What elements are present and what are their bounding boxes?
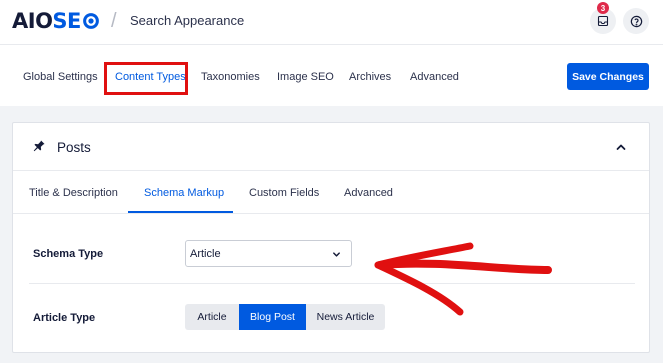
tab-custom-fields[interactable]: Custom Fields [249,187,319,199]
pin-icon [33,140,45,152]
help-button[interactable] [623,8,649,34]
active-tab-indicator [128,211,233,213]
logo-seo-text: SE [52,9,99,33]
breadcrumb-separator: / [111,10,117,32]
content-types-highlight [104,62,188,95]
schema-type-label: Schema Type [33,248,104,260]
nav-advanced[interactable]: Advanced [410,71,459,83]
main-navigation: Global Settings Content Types Taxonomies… [0,44,663,106]
article-type-option-article[interactable]: Article [185,304,239,330]
save-changes-button[interactable]: Save Changes [567,63,649,90]
chevron-up-icon[interactable] [615,141,627,153]
nav-archives[interactable]: Archives [349,71,391,83]
notification-count-badge: 3 [597,2,609,14]
aioseo-logo[interactable]: AIO SE [12,9,100,33]
article-type-option-blog-post[interactable]: Blog Post [239,304,306,330]
page-title: Search Appearance [130,13,245,28]
card-header[interactable]: Posts [13,123,649,171]
card-title: Posts [57,140,91,155]
inbox-icon [597,15,609,27]
tab-title-description[interactable]: Title & Description [29,187,118,199]
article-type-label: Article Type [33,312,96,324]
row-divider [29,283,635,284]
article-type-toggle: Article Blog Post News Article [185,304,385,330]
top-header: AIO SE / Search Appearance 3 [0,0,663,44]
gear-icon [83,13,99,29]
logo-aio-text: AIO [12,9,53,33]
help-icon [630,15,642,27]
nav-taxonomies[interactable]: Taxonomies [201,71,260,83]
article-type-option-news-article[interactable]: News Article [306,304,385,330]
schema-type-value: Article [190,248,221,260]
tab-advanced[interactable]: Advanced [344,187,393,199]
posts-settings-card: Posts Title & Description Schema Markup … [12,122,650,353]
schema-type-select[interactable]: Article [185,240,352,267]
chevron-down-icon [333,252,340,257]
card-tabs: Title & Description Schema Markup Custom… [13,171,649,214]
nav-global-settings[interactable]: Global Settings [23,71,98,83]
nav-image-seo[interactable]: Image SEO [277,71,334,83]
tab-schema-markup[interactable]: Schema Markup [144,187,224,199]
